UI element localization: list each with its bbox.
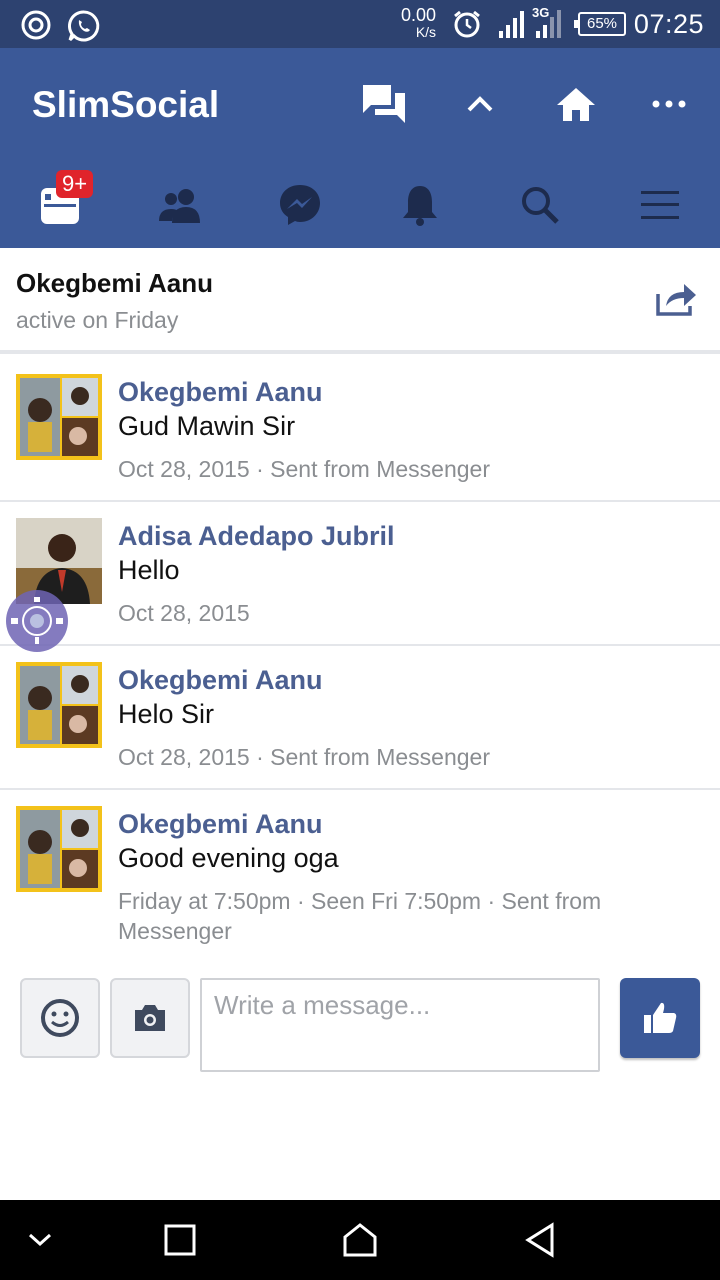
battery-icon: 65% [574,12,626,36]
messages-button[interactable] [360,80,408,128]
share-icon [656,284,696,316]
hide-nav-button[interactable] [16,1216,64,1264]
thumbs-up-icon [644,1002,677,1033]
bell-icon [403,186,437,226]
search-icon [522,187,559,224]
back-icon [525,1222,554,1258]
floating-bubble-icon [11,597,63,644]
home-icon [557,88,595,121]
speed-value: 0.00 [401,5,437,25]
message-text: Gud Mawin Sir [118,411,296,441]
message-item: Okegbemi Aanu Good evening oga Friday at… [0,790,720,970]
speed-unit: K/s [415,24,437,40]
tab-bar: 9+ [0,160,720,248]
message-meta: Oct 28, 2015 · Sent from Messenger [118,456,491,482]
messages-icon [363,85,405,123]
recent-apps-button[interactable] [156,1216,204,1264]
message-item: Okegbemi Aanu Helo Sir Oct 28, 2015 · Se… [0,646,720,790]
message-composer [0,978,720,1078]
whatsapp-icon [67,9,101,48]
avatar[interactable] [16,374,102,460]
app-bar: SlimSocial [0,48,720,160]
camera-icon [135,1005,165,1031]
avatar[interactable] [16,662,102,748]
message-text: Good evening oga [118,843,339,873]
scroll-up-icon [467,96,493,112]
emoji-button[interactable] [20,978,100,1058]
messenger-icon [280,185,320,225]
camera-notification-icon [20,9,52,46]
home-button[interactable] [552,80,600,128]
notifications-tab[interactable] [390,180,450,230]
message-author[interactable]: Okegbemi Aanu [118,665,323,696]
more-button[interactable] [645,80,693,128]
floating-chat-bubble[interactable] [6,590,68,652]
menu-tab[interactable] [630,180,690,230]
network-speed: 0.00 K/s [401,5,437,41]
battery-level: 65% [586,15,618,32]
home-outline-icon [343,1223,377,1257]
hamburger-menu-icon [641,191,679,219]
message-text: Hello [118,555,180,585]
alarm-icon [452,9,482,44]
message-meta: Oct 28, 2015 [118,600,250,626]
avatar[interactable] [16,806,102,892]
status-bar: 0.00 K/s 3G 65% 07:25 [0,0,720,48]
active-status: active on Friday [16,307,179,333]
friends-icon [159,189,200,223]
message-item: Adisa Adedapo Jubril Hello Oct 28, 2015 [0,502,720,646]
notification-badge: 9+ [56,170,94,198]
system-navigation-bar [0,1200,720,1280]
camera-button[interactable] [110,978,190,1058]
app-title: SlimSocial [32,84,220,125]
share-button[interactable] [656,280,698,318]
back-button[interactable] [516,1216,564,1264]
home-nav-button[interactable] [336,1216,384,1264]
clock: 07:25 [633,9,704,39]
signal-icon [498,9,526,44]
message-author[interactable]: Okegbemi Aanu [118,809,323,840]
scroll-up-button[interactable] [456,80,504,128]
more-icon [652,100,686,108]
conversation-header: Okegbemi Aanu active on Friday [0,248,720,354]
messenger-tab[interactable] [270,180,330,230]
conversation-name[interactable]: Okegbemi Aanu [16,268,213,299]
message-author[interactable]: Okegbemi Aanu [118,377,323,408]
message-input[interactable] [200,978,600,1072]
message-meta: Oct 28, 2015 · Sent from Messenger [118,744,491,770]
news-feed-tab[interactable]: 9+ [30,170,94,230]
message-item: Okegbemi Aanu Gud Mawin Sir Oct 28, 2015… [0,358,720,502]
message-meta: Friday at 7:50pm · Seen Fri 7:50pm · Sen… [118,888,602,944]
friends-tab[interactable] [150,180,210,230]
search-tab[interactable] [510,180,570,230]
signal-3g-icon: 3G [532,5,564,44]
chevron-down-icon [28,1233,52,1247]
message-text: Helo Sir [118,699,215,729]
like-button[interactable] [620,978,700,1058]
message-author[interactable]: Adisa Adedapo Jubril [118,521,395,552]
emoji-icon [41,999,79,1037]
network-type: 3G [532,5,550,20]
message-list: Okegbemi Aanu Gud Mawin Sir Oct 28, 2015… [0,358,720,970]
recent-apps-icon [164,1224,196,1256]
